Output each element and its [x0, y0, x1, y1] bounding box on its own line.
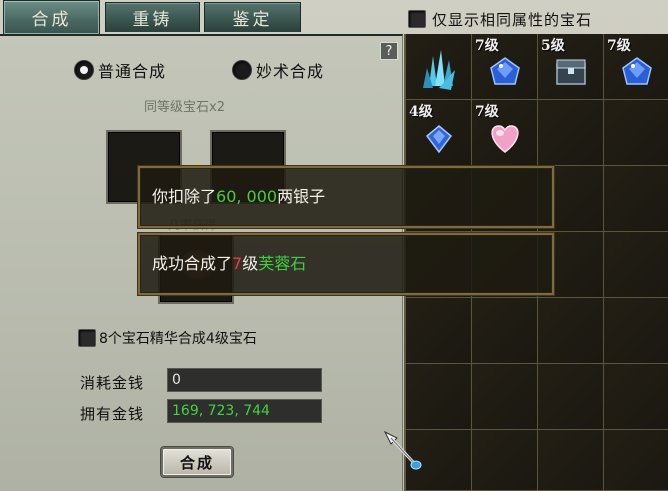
essence-checkbox[interactable] [78, 329, 96, 347]
essence-option[interactable]: 8个宝石精华合成4级宝石 [78, 328, 257, 348]
inventory-slot[interactable] [604, 232, 668, 298]
tab-bar: 合成 重铸 鉴定 [0, 0, 400, 34]
success-prefix: 成功合成了 [152, 254, 233, 273]
crystal-cluster-icon [423, 50, 455, 90]
inventory-slot[interactable] [604, 100, 668, 166]
deduct-notification: 你扣除了60, 000两银子 [138, 166, 554, 228]
inventory-slot[interactable] [604, 364, 668, 430]
inventory-slot[interactable]: 7级 [472, 100, 538, 166]
mode-magic-radio[interactable]: 妙术合成 [232, 58, 324, 82]
pink-heart-icon [491, 125, 519, 153]
success-notification: 成功合成了7级芙蓉石 [138, 233, 554, 295]
sword-cursor-icon [383, 430, 422, 470]
radio-selected-icon [74, 60, 94, 80]
success-unit: 级 [242, 254, 259, 273]
same-attribute-checkbox[interactable] [408, 10, 426, 28]
owned-money-value: 169, 723, 744 [167, 399, 322, 423]
inventory-slot[interactable]: 7级 [472, 34, 538, 100]
help-button[interactable]: ? [380, 42, 398, 60]
inventory-slot[interactable] [538, 298, 604, 364]
inventory-slot[interactable]: 7级 [604, 34, 668, 100]
inventory-slot[interactable] [604, 430, 668, 491]
cost-label: 消耗金钱 [80, 374, 145, 392]
inventory-slot[interactable] [406, 298, 472, 364]
requirement-text: 同等级宝石x2 [144, 100, 225, 115]
compose-button[interactable]: 合成 [160, 446, 234, 478]
tab-compose[interactable]: 合成 [3, 0, 100, 34]
inventory-slot[interactable] [538, 100, 604, 166]
same-attribute-filter[interactable]: 仅显示相同属性的宝石 [408, 8, 592, 30]
deduct-amount: 60, 000 [216, 187, 278, 206]
owned-money-label: 拥有金钱 [80, 405, 145, 423]
inventory-slot[interactable]: 5级 [538, 34, 604, 100]
same-attribute-label: 仅显示相同属性的宝石 [432, 10, 593, 29]
inventory-slot[interactable] [538, 364, 604, 430]
success-level: 7 [232, 254, 243, 273]
mode-normal-label: 普通合成 [98, 62, 167, 81]
essence-label: 8个宝石精华合成4级宝石 [99, 331, 257, 347]
inventory-slot[interactable] [604, 298, 668, 364]
blue-diamond-icon [425, 125, 453, 154]
mode-magic-label: 妙术合成 [256, 62, 325, 81]
inventory-slot[interactable] [406, 364, 472, 430]
inventory-slot[interactable]: 4级 [406, 100, 472, 166]
mode-normal-radio[interactable]: 普通合成 [74, 58, 166, 82]
inventory-slot[interactable] [538, 430, 604, 491]
inventory-slot[interactable] [604, 166, 668, 232]
success-gem: 芙蓉石 [258, 254, 307, 273]
deduct-prefix: 你扣除了 [152, 187, 217, 206]
blue-sapphire-icon [490, 57, 520, 85]
inventory-slot[interactable] [472, 298, 538, 364]
tab-recast[interactable]: 重铸 [105, 2, 200, 32]
tab-appraise[interactable]: 鉴定 [204, 2, 301, 32]
cost-value: 0 [167, 368, 322, 392]
radio-unselected-icon [232, 60, 252, 80]
deduct-suffix: 两银子 [277, 187, 326, 206]
inventory-slot[interactable] [406, 34, 472, 100]
inventory-slot[interactable] [472, 364, 538, 430]
dark-chest-icon [556, 59, 586, 85]
blue-sapphire-icon [622, 57, 652, 85]
inventory-slot[interactable] [472, 430, 538, 491]
